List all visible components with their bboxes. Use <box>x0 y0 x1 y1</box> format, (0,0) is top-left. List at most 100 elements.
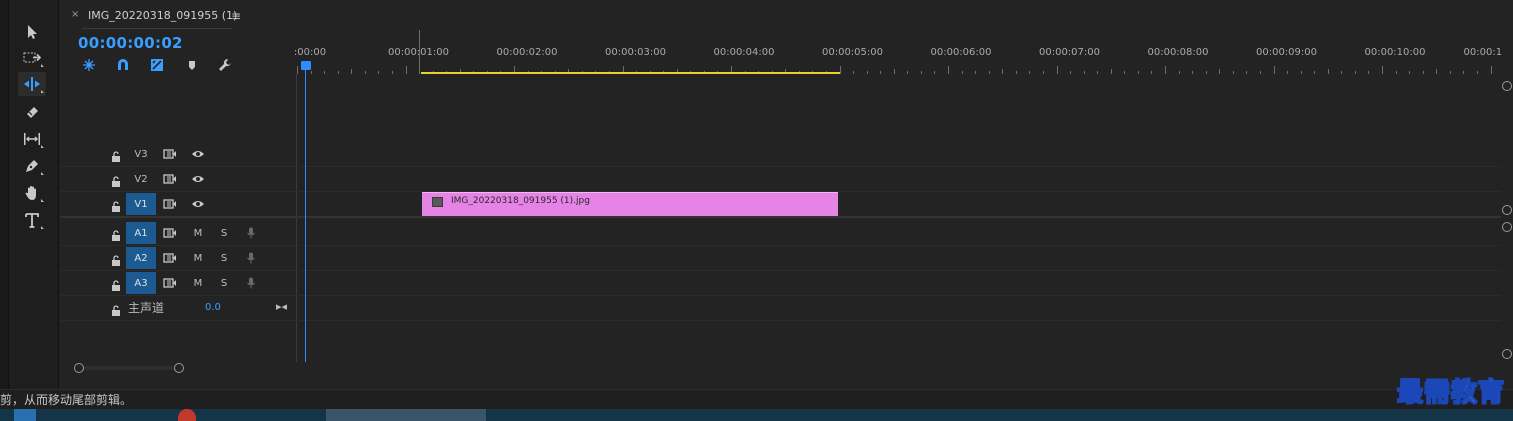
track-v2[interactable]: V2 <box>60 167 1501 192</box>
scroll-knob[interactable] <box>174 363 184 373</box>
taskbar-app-icon[interactable] <box>178 409 196 421</box>
track-master[interactable]: 主声道 0.0 ▸◂ <box>60 296 1501 321</box>
track-header: V3 <box>60 142 296 166</box>
track-name[interactable]: A3 <box>126 272 156 294</box>
track-v3[interactable]: V3 <box>60 142 1501 167</box>
sync-lock-icon[interactable] <box>163 198 177 210</box>
track-a3[interactable]: A3 M S <box>60 271 1501 296</box>
playhead-timecode[interactable]: 00:00:00:02 <box>78 34 183 52</box>
track-name[interactable]: V3 <box>126 143 156 165</box>
razor-tool[interactable] <box>18 100 46 124</box>
track-select-tool[interactable] <box>18 46 46 70</box>
lock-icon[interactable] <box>111 277 121 291</box>
ruler-tick <box>391 71 393 74</box>
go-to-end-icon[interactable]: ▸◂ <box>276 300 287 313</box>
panel-menu-icon[interactable]: ≡ <box>231 9 241 23</box>
scroll-track <box>79 366 179 370</box>
sync-lock-icon[interactable] <box>163 252 177 264</box>
ruler-tick <box>1368 71 1370 74</box>
ruler-tick <box>1259 71 1261 74</box>
panel-edge <box>0 0 9 390</box>
nest-toggle-button[interactable] <box>80 56 98 74</box>
scroll-knob[interactable] <box>1502 81 1512 91</box>
type-tool[interactable] <box>18 208 46 232</box>
hand-tool[interactable] <box>18 181 46 205</box>
lock-icon[interactable] <box>111 252 121 266</box>
hand-icon <box>25 186 36 200</box>
solo-button[interactable]: S <box>217 277 231 289</box>
microphone-icon[interactable] <box>244 227 258 239</box>
sync-lock-icon[interactable] <box>163 277 177 289</box>
ruler-tick <box>1205 71 1207 74</box>
solo-button[interactable]: S <box>217 252 231 264</box>
ruler-tick <box>1083 71 1085 74</box>
ruler-tick <box>1287 71 1289 74</box>
track-name[interactable]: V2 <box>126 168 156 190</box>
arrow-icon <box>28 25 37 39</box>
ruler-time-label: 00:00:07:00 <box>1038 47 1101 58</box>
close-tab-button[interactable]: × <box>71 9 79 20</box>
scroll-knob[interactable] <box>1502 205 1512 215</box>
sequence-tab-title[interactable]: IMG_20220318_091955 (1) <box>88 9 237 22</box>
track-a2[interactable]: A2 M S <box>60 246 1501 271</box>
work-area-bar[interactable] <box>421 72 840 74</box>
time-ruler[interactable]: :00:0000:00:01:0000:00:02:0000:00:03:000… <box>294 30 1503 76</box>
scroll-knob[interactable] <box>1502 349 1512 359</box>
lock-icon[interactable] <box>111 227 121 241</box>
linked-selection-button[interactable] <box>148 56 166 74</box>
ruler-time-label: 00:00:02:00 <box>496 47 558 58</box>
scroll-knob[interactable] <box>1502 222 1512 232</box>
mute-button[interactable]: M <box>191 252 205 264</box>
image-clip[interactable]: IMG_20220318_091955 (1).jpg <box>422 192 838 216</box>
selection-tool[interactable] <box>18 20 46 44</box>
sync-lock-icon[interactable] <box>163 173 177 185</box>
ruler-tick <box>405 66 407 74</box>
track-name[interactable]: A2 <box>126 247 156 269</box>
submenu-corner <box>41 226 44 229</box>
lock-icon[interactable] <box>111 148 121 162</box>
ruler-tick <box>337 71 339 74</box>
ruler-tick <box>1178 71 1180 74</box>
ruler-tick <box>1463 71 1465 74</box>
solo-button[interactable]: S <box>217 227 231 239</box>
mute-button[interactable]: M <box>191 277 205 289</box>
submenu-corner <box>41 90 44 93</box>
ripple-edit-tool[interactable] <box>18 72 46 96</box>
slip-tool[interactable] <box>18 127 46 151</box>
mute-button[interactable]: M <box>191 227 205 239</box>
timeline-settings-button[interactable] <box>216 56 234 74</box>
ruler-tick <box>1409 71 1411 74</box>
track-a1[interactable]: A1 M S <box>60 221 1501 246</box>
ruler-tick <box>1300 71 1302 74</box>
microphone-icon[interactable] <box>244 277 258 289</box>
lock-icon[interactable] <box>111 198 121 212</box>
taskbar-app-icon[interactable] <box>14 409 36 421</box>
track-name[interactable]: A1 <box>126 222 156 244</box>
eye-icon[interactable] <box>191 148 205 160</box>
pen-icon <box>26 160 38 172</box>
eye-icon[interactable] <box>191 173 205 185</box>
add-marker-button[interactable] <box>183 56 201 74</box>
snap-button[interactable] <box>114 56 132 74</box>
master-volume-value[interactable]: 0.0 <box>205 302 221 313</box>
microphone-icon[interactable] <box>244 252 258 264</box>
track-name[interactable]: V1 <box>126 193 156 215</box>
vertical-scrollbar[interactable] <box>1501 74 1513 362</box>
eye-icon[interactable] <box>191 198 205 210</box>
sync-lock-icon[interactable] <box>163 227 177 239</box>
lock-icon[interactable] <box>111 173 121 187</box>
ruler-tick <box>297 66 298 74</box>
lock-icon[interactable] <box>111 302 121 316</box>
ruler-time-label: 00:00:09:00 <box>1255 47 1318 58</box>
playhead-handle[interactable] <box>301 61 311 70</box>
submenu-corner <box>41 199 44 202</box>
pen-tool[interactable] <box>18 154 46 178</box>
horizontal-zoom-scrollbar[interactable] <box>74 363 184 373</box>
ruler-time-label: 00:00:1 <box>1463 47 1503 58</box>
watermark-logo: 最需教育 <box>1396 378 1505 409</box>
scroll-knob[interactable] <box>74 363 84 373</box>
sync-lock-icon[interactable] <box>163 148 177 160</box>
ruler-tick <box>920 71 922 74</box>
ruler-tick <box>1232 71 1234 74</box>
taskbar-active-app[interactable] <box>326 409 486 421</box>
